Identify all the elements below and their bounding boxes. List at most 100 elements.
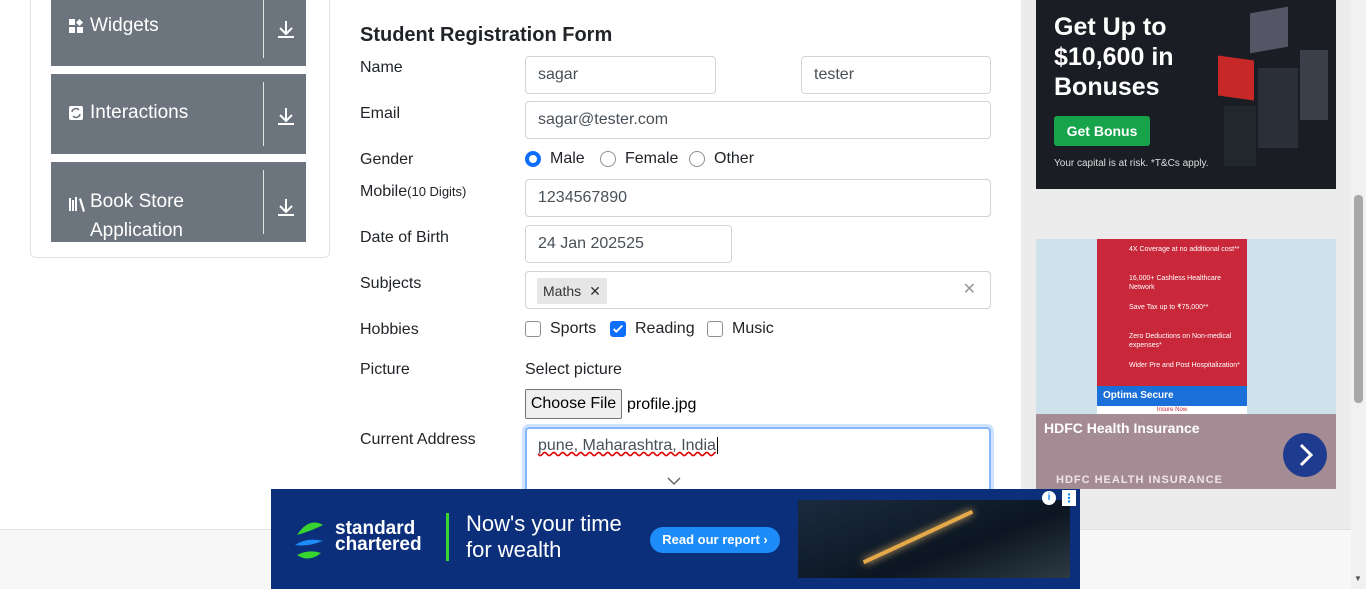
radio-indicator — [689, 151, 705, 167]
ad-feature: Zero Deductions on Non-medical expenses* — [1129, 333, 1232, 349]
ad-disclaimer: Your capital is at risk. *T&Cs apply. — [1054, 158, 1209, 169]
gender-male-radio[interactable]: Male — [525, 150, 585, 168]
standard-chartered-ad[interactable]: standard chartered Now's your time for w… — [271, 489, 1080, 589]
dob-input[interactable]: 24 Jan 202525 — [525, 225, 732, 263]
first-name-input[interactable]: sagar — [525, 56, 716, 94]
download-icon[interactable] — [275, 196, 297, 218]
ad-tagline: Now's your time for wealth — [466, 511, 622, 563]
file-name: profile.jpg — [627, 396, 697, 413]
chevron-right-icon — [1299, 443, 1314, 467]
divider — [263, 0, 264, 58]
checkbox-label: Music — [732, 320, 774, 337]
read-report-button[interactable]: Read our report › — [650, 527, 780, 553]
hobby-reading-checkbox[interactable]: Reading — [610, 320, 695, 338]
radio-label: Male — [550, 150, 585, 167]
mobile-label-text: Mobile — [360, 183, 408, 200]
ad-divider — [446, 513, 449, 561]
gender-label: Gender — [360, 151, 414, 168]
sidebar-group-book-store[interactable]: Book Store Application — [51, 162, 306, 242]
gender-other-radio[interactable]: Other — [689, 150, 754, 168]
sidebar-group-label: Book Store — [90, 191, 184, 212]
subject-tag-label: Maths — [543, 283, 582, 299]
remove-tag-icon[interactable]: ✕ — [589, 278, 601, 304]
ad-tagline-line: for wealth — [466, 537, 562, 562]
ad-info-icon[interactable]: i — [1042, 491, 1056, 505]
ad-headline-line: Get Up to — [1054, 13, 1167, 41]
radio-label: Other — [714, 150, 755, 167]
widgets-icon — [69, 18, 84, 33]
ad-tagline-line: Now's your time — [466, 511, 622, 536]
address-textarea[interactable]: pune, Maharashtra, India — [525, 427, 991, 497]
sidebar-group-label: Widgets — [90, 15, 159, 36]
address-label: Current Address — [360, 431, 476, 448]
gender-group: Male Female Other — [525, 150, 825, 170]
sidebar-group-label: Interactions — [90, 102, 189, 123]
insure-now-link[interactable]: Insure Now — [1097, 406, 1247, 414]
ad-title: HDFC Health Insurance — [1044, 420, 1200, 436]
choose-file-button[interactable]: Choose File — [525, 389, 622, 419]
ad-headline: Get Up to $10,600 in Bonuses — [1054, 12, 1174, 102]
ad-subtitle: HDFC HEALTH INSURANCE — [1056, 474, 1223, 486]
subjects-label: Subjects — [360, 275, 422, 292]
radio-label: Female — [625, 150, 679, 167]
ad-brand-name: standard chartered — [335, 519, 422, 555]
sidebar-group-widgets[interactable]: Widgets — [51, 0, 306, 66]
hobby-music-checkbox[interactable]: Music — [707, 320, 774, 338]
mobile-input[interactable]: 1234567890 — [525, 179, 991, 217]
ad-cubes-graphic — [1208, 6, 1330, 170]
checkbox-indicator — [707, 321, 723, 337]
select-picture-label: Select picture — [525, 361, 622, 378]
book-store-icon — [69, 197, 85, 212]
name-label: Name — [360, 59, 403, 76]
sidebar: Widgets Interactions Book Store Applicat… — [30, 0, 330, 258]
clear-icon[interactable]: ✕ — [963, 272, 976, 308]
picture-label: Picture — [360, 361, 410, 378]
scrollbar-thumb[interactable] — [1354, 195, 1363, 403]
subjects-input[interactable]: Maths ✕ ✕ — [525, 271, 991, 309]
ad-footer: HDFC Health Insurance HDFC HEALTH INSURA… — [1036, 414, 1336, 489]
last-name-input[interactable]: tester — [801, 56, 991, 94]
hdfc-ad[interactable]: 4X Coverage at no additional cost** 16,0… — [1036, 239, 1336, 489]
ad-night-city-image — [798, 500, 1070, 578]
get-bonus-button[interactable]: Get Bonus — [1054, 116, 1150, 146]
ad-headline-line: $10,600 in — [1054, 43, 1174, 71]
sidebar-group-interactions[interactable]: Interactions — [51, 74, 306, 154]
ad-menu-icon[interactable]: ⋮ — [1062, 490, 1076, 506]
ad-feature-list: 4X Coverage at no additional cost** 16,0… — [1103, 245, 1241, 390]
email-label: Email — [360, 105, 401, 122]
interactions-icon — [69, 106, 83, 120]
page: Widgets Interactions Book Store Applicat… — [0, 0, 1366, 589]
bonus-ad[interactable]: Get Up to $10,600 in Bonuses Get Bonus Y… — [1036, 0, 1336, 189]
checkmark-icon — [612, 324, 624, 333]
ad-headline-line: Bonuses — [1054, 73, 1160, 101]
ad-feature-panel: 4X Coverage at no additional cost** 16,0… — [1097, 239, 1247, 414]
ad-feature: Save Tax up to ₹75,000** — [1129, 304, 1209, 311]
form-title: Student Registration Form — [360, 24, 613, 46]
divider — [263, 82, 264, 146]
checkbox-label: Reading — [635, 320, 695, 337]
ad-next-button[interactable] — [1283, 433, 1327, 477]
email-input[interactable]: sagar@tester.com — [525, 101, 991, 139]
download-icon[interactable] — [275, 18, 297, 40]
text-caret — [716, 437, 718, 454]
radio-indicator — [600, 151, 616, 167]
checkbox-indicator — [610, 321, 626, 337]
mobile-label: Mobile(10 Digits) — [360, 183, 466, 201]
scroll-down-arrow-icon[interactable]: ▼ — [1354, 574, 1362, 583]
checkbox-indicator — [525, 321, 541, 337]
mobile-hint: (10 Digits) — [407, 184, 467, 199]
chevron-down-icon[interactable] — [666, 476, 682, 486]
hobby-sports-checkbox[interactable]: Sports — [525, 320, 596, 338]
vertical-scrollbar[interactable]: ▼ — [1351, 0, 1366, 589]
standard-chartered-logo-icon — [295, 522, 323, 559]
divider — [263, 170, 264, 234]
sidebar-group-label-line2: Application — [90, 220, 183, 241]
download-icon[interactable] — [275, 105, 297, 127]
checkbox-label: Sports — [550, 320, 597, 337]
ad-brand-line: chartered — [335, 534, 422, 555]
radio-indicator — [525, 151, 541, 167]
dob-label: Date of Birth — [360, 229, 449, 246]
gender-female-radio[interactable]: Female — [600, 150, 678, 168]
hobbies-label: Hobbies — [360, 321, 419, 338]
hobbies-group: Sports Reading Music — [525, 320, 825, 340]
